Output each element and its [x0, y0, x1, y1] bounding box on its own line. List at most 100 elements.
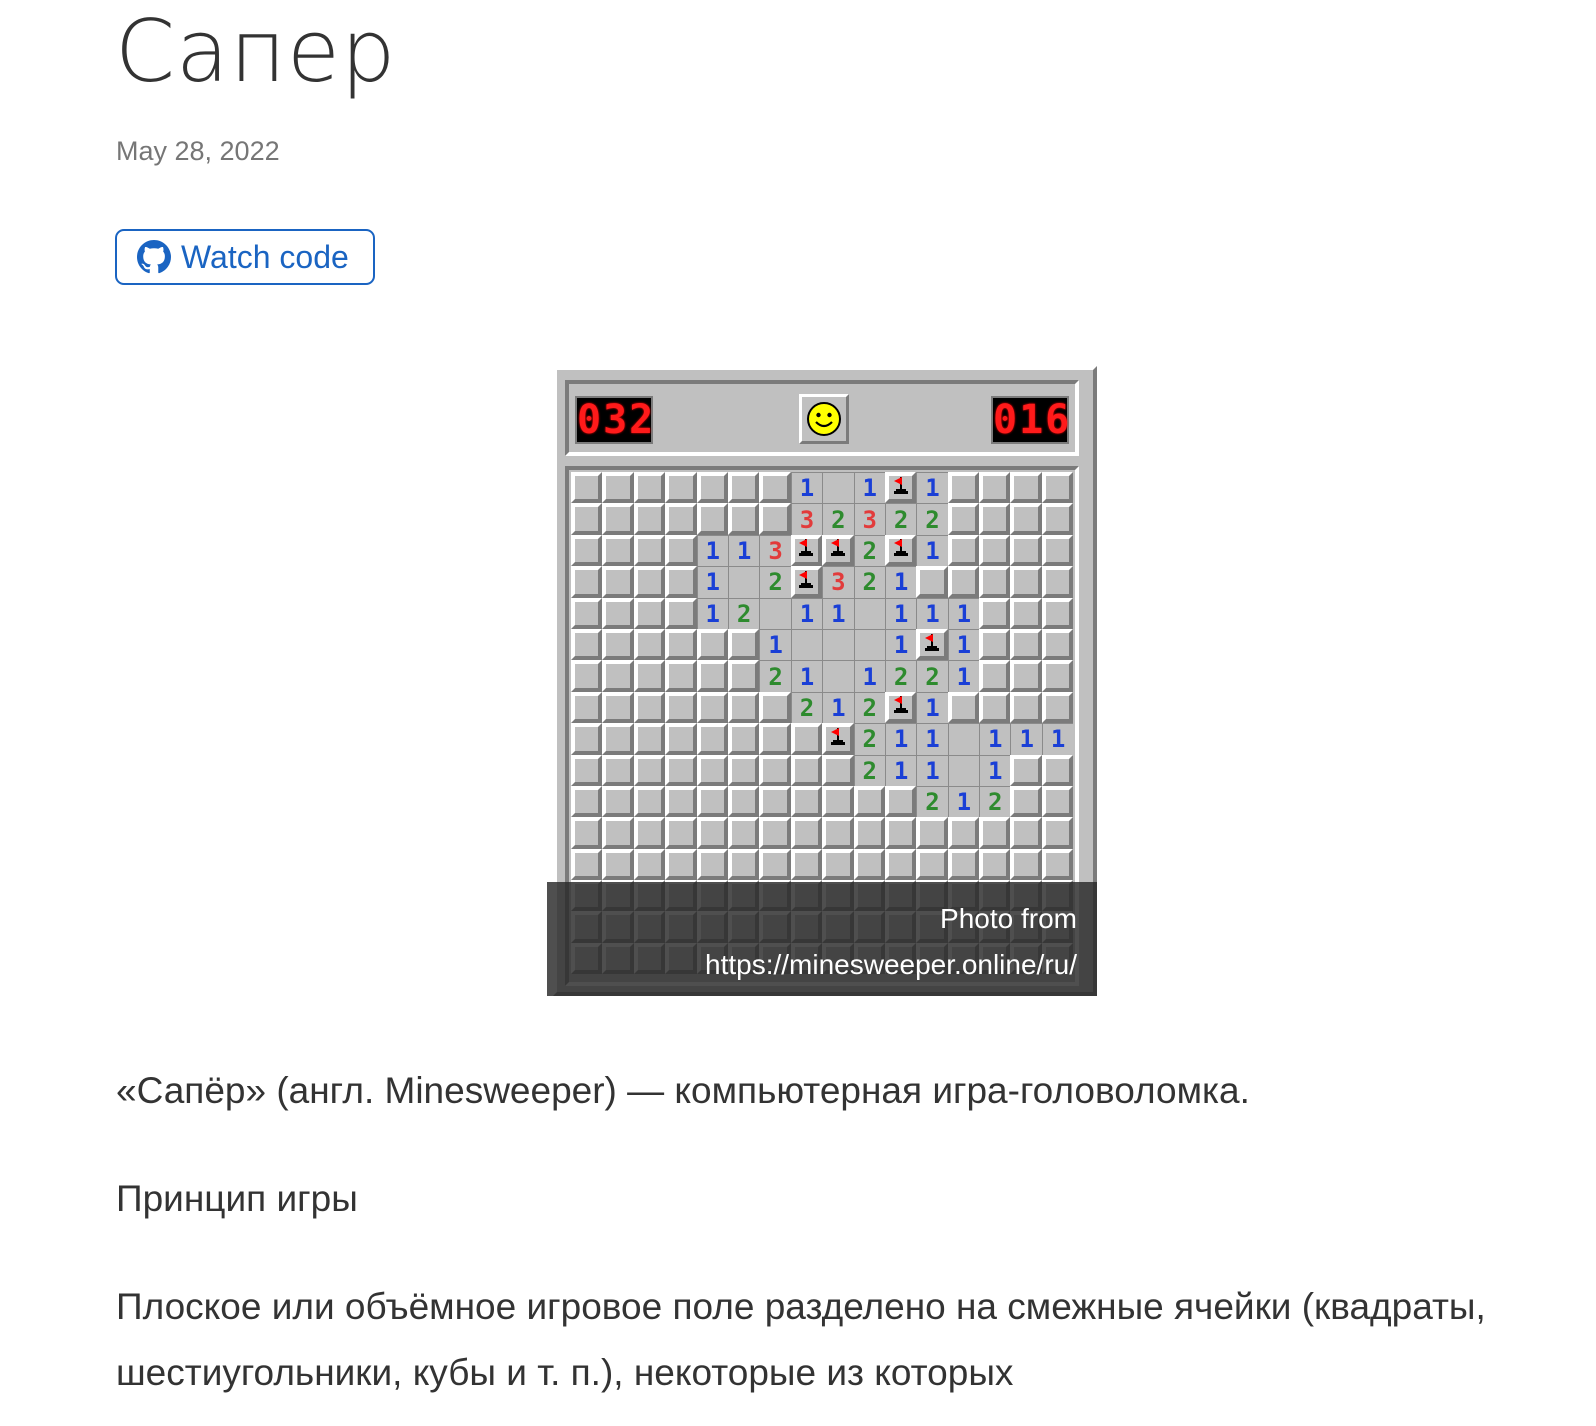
closed-cell[interactable]	[633, 817, 666, 849]
closed-cell[interactable]	[1010, 754, 1042, 786]
closed-cell[interactable]	[1041, 472, 1074, 504]
closed-cell[interactable]	[696, 817, 728, 849]
closed-cell[interactable]	[790, 785, 823, 818]
closed-cell[interactable]	[884, 848, 917, 881]
closed-cell[interactable]	[979, 503, 1011, 535]
closed-cell[interactable]	[727, 754, 760, 786]
closed-cell[interactable]	[665, 785, 697, 818]
closed-cell[interactable]	[727, 848, 760, 881]
closed-cell[interactable]	[853, 817, 885, 849]
closed-cell[interactable]	[979, 597, 1011, 629]
closed-cell[interactable]	[979, 660, 1011, 692]
closed-cell[interactable]	[790, 723, 823, 755]
flagged-cell[interactable]	[916, 628, 948, 661]
closed-cell[interactable]	[571, 691, 603, 724]
closed-cell[interactable]	[1041, 628, 1074, 661]
closed-cell[interactable]	[696, 660, 728, 692]
closed-cell[interactable]	[822, 848, 854, 881]
closed-cell[interactable]	[633, 785, 666, 818]
closed-cell[interactable]	[571, 817, 603, 849]
closed-cell[interactable]	[759, 472, 791, 504]
closed-cell[interactable]	[790, 817, 823, 849]
closed-cell[interactable]	[727, 723, 760, 755]
closed-cell[interactable]	[1010, 660, 1042, 692]
closed-cell[interactable]	[947, 534, 980, 567]
closed-cell[interactable]	[665, 754, 697, 786]
closed-cell[interactable]	[602, 597, 634, 629]
closed-cell[interactable]	[633, 723, 666, 755]
closed-cell[interactable]	[947, 472, 980, 504]
closed-cell[interactable]	[571, 848, 603, 881]
closed-cell[interactable]	[665, 628, 697, 661]
closed-cell[interactable]	[1010, 691, 1042, 724]
closed-cell[interactable]	[696, 785, 728, 818]
closed-cell[interactable]	[602, 754, 634, 786]
closed-cell[interactable]	[1010, 817, 1042, 849]
closed-cell[interactable]	[633, 503, 666, 535]
closed-cell[interactable]	[602, 691, 634, 724]
closed-cell[interactable]	[947, 503, 980, 535]
closed-cell[interactable]	[665, 503, 697, 535]
closed-cell[interactable]	[822, 754, 854, 786]
closed-cell[interactable]	[665, 597, 697, 629]
closed-cell[interactable]	[916, 848, 948, 881]
closed-cell[interactable]	[602, 566, 634, 598]
smiley-face-icon[interactable]	[799, 394, 849, 444]
closed-cell[interactable]	[665, 723, 697, 755]
closed-cell[interactable]	[979, 817, 1011, 849]
closed-cell[interactable]	[696, 472, 728, 504]
closed-cell[interactable]	[665, 817, 697, 849]
closed-cell[interactable]	[602, 660, 634, 692]
closed-cell[interactable]	[1041, 785, 1074, 818]
flagged-cell[interactable]	[790, 534, 823, 567]
flagged-cell[interactable]	[822, 534, 854, 567]
closed-cell[interactable]	[759, 723, 791, 755]
closed-cell[interactable]	[665, 534, 697, 567]
closed-cell[interactable]	[916, 566, 948, 598]
closed-cell[interactable]	[1041, 660, 1074, 692]
closed-cell[interactable]	[727, 472, 760, 504]
closed-cell[interactable]	[665, 472, 697, 504]
closed-cell[interactable]	[1041, 691, 1074, 724]
closed-cell[interactable]	[759, 691, 791, 724]
closed-cell[interactable]	[665, 566, 697, 598]
closed-cell[interactable]	[1041, 534, 1074, 567]
flagged-cell[interactable]	[884, 472, 917, 504]
closed-cell[interactable]	[571, 472, 603, 504]
closed-cell[interactable]	[947, 566, 980, 598]
closed-cell[interactable]	[665, 848, 697, 881]
closed-cell[interactable]	[571, 723, 603, 755]
closed-cell[interactable]	[571, 754, 603, 786]
closed-cell[interactable]	[696, 848, 728, 881]
flagged-cell[interactable]	[884, 691, 917, 724]
closed-cell[interactable]	[1010, 628, 1042, 661]
closed-cell[interactable]	[979, 534, 1011, 567]
closed-cell[interactable]	[727, 660, 760, 692]
closed-cell[interactable]	[1010, 848, 1042, 881]
closed-cell[interactable]	[602, 817, 634, 849]
closed-cell[interactable]	[571, 628, 603, 661]
closed-cell[interactable]	[1010, 534, 1042, 567]
flagged-cell[interactable]	[884, 534, 917, 567]
closed-cell[interactable]	[602, 848, 634, 881]
closed-cell[interactable]	[633, 754, 666, 786]
closed-cell[interactable]	[884, 817, 917, 849]
closed-cell[interactable]	[1041, 597, 1074, 629]
closed-cell[interactable]	[759, 503, 791, 535]
closed-cell[interactable]	[979, 848, 1011, 881]
closed-cell[interactable]	[633, 848, 666, 881]
closed-cell[interactable]	[633, 660, 666, 692]
closed-cell[interactable]	[759, 754, 791, 786]
closed-cell[interactable]	[884, 785, 917, 818]
closed-cell[interactable]	[665, 691, 697, 724]
closed-cell[interactable]	[947, 848, 980, 881]
closed-cell[interactable]	[633, 566, 666, 598]
closed-cell[interactable]	[759, 817, 791, 849]
closed-cell[interactable]	[727, 503, 760, 535]
closed-cell[interactable]	[602, 472, 634, 504]
closed-cell[interactable]	[1010, 597, 1042, 629]
closed-cell[interactable]	[979, 691, 1011, 724]
closed-cell[interactable]	[696, 628, 728, 661]
closed-cell[interactable]	[633, 534, 666, 567]
closed-cell[interactable]	[1041, 754, 1074, 786]
